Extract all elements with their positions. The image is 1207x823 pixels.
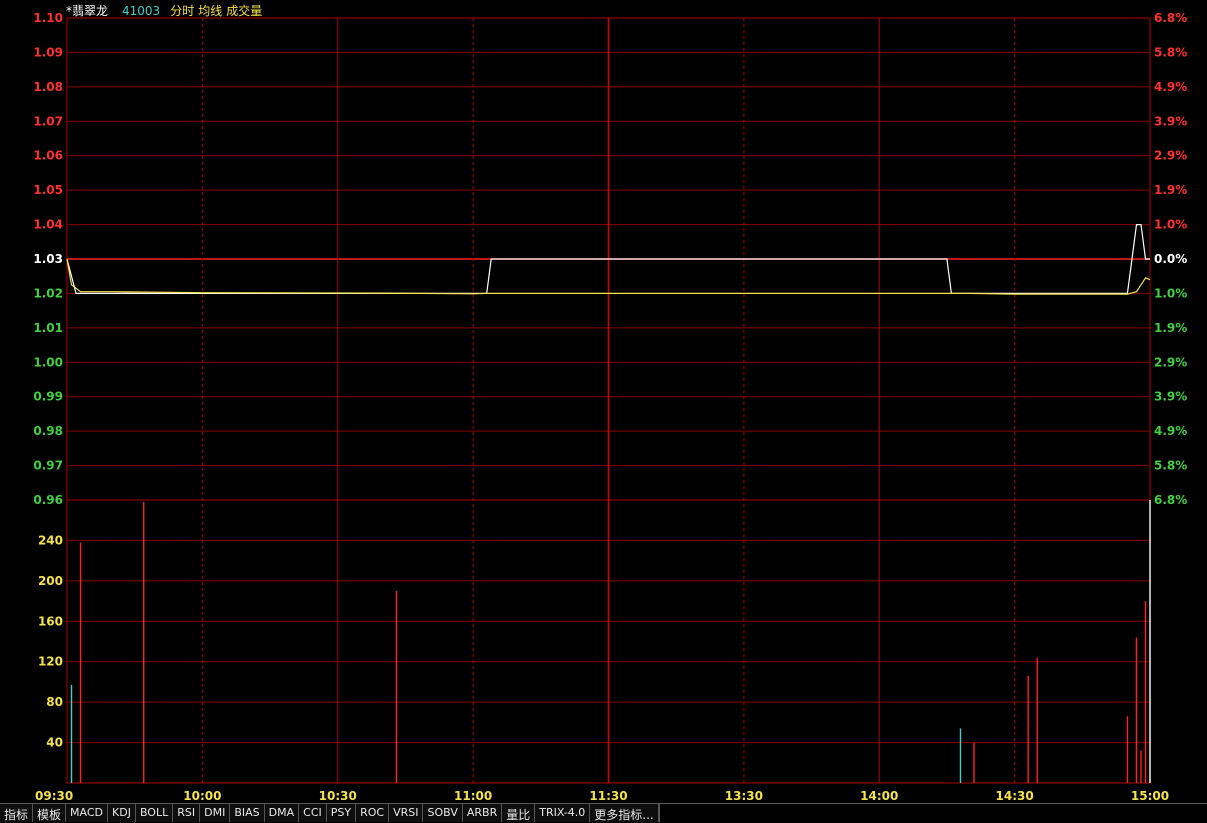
percent-tick-label: 1.0% (1154, 218, 1187, 232)
price-tick-label: 1.00 (33, 355, 63, 369)
volume-tick-label: 120 (38, 655, 63, 669)
time-tick-label: 11:00 (454, 789, 492, 803)
percent-tick-label: 0.0% (1154, 252, 1187, 266)
tab-dma[interactable]: DMA (264, 804, 300, 822)
tab-macd[interactable]: MACD (66, 804, 109, 822)
time-tick-label: 15:00 (1131, 789, 1169, 803)
volume-tick-label: 80 (46, 695, 63, 709)
price-tick-label: 0.96 (33, 493, 63, 507)
time-tick-label: 09:30 (35, 789, 73, 803)
tab-psy[interactable]: PSY (326, 804, 357, 822)
volume-tick-label: 200 (38, 574, 63, 588)
legend-volume-label: 成交量 (226, 4, 263, 18)
price-tick-label: 1.03 (33, 252, 63, 266)
percent-tick-label: 1.0% (1154, 286, 1187, 300)
volume-tick-label: 160 (38, 614, 63, 628)
price-tick-label: 1.08 (33, 80, 63, 94)
price-tick-label: 1.07 (33, 114, 63, 128)
tab-roc[interactable]: ROC (356, 804, 390, 822)
price-tick-label: 0.99 (33, 390, 63, 404)
time-tick-label: 10:00 (183, 789, 221, 803)
percent-tick-label: 2.9% (1154, 149, 1187, 163)
tab-template[interactable]: 模板 (33, 804, 67, 822)
legend-intraday-label: 分时 (170, 4, 195, 18)
time-tick-label: 10:30 (319, 789, 357, 803)
price-tick-label: 1.01 (33, 321, 63, 335)
tab-bar-filler (658, 804, 1207, 822)
percent-tick-label: 1.9% (1154, 321, 1187, 335)
price-tick-label: 1.06 (33, 149, 63, 163)
stock-name: *翡翠龙 (66, 4, 109, 18)
indicator-tab-bar: 指标 模板 MACD KDJ BOLL RSI DMI BIAS DMA CCI… (0, 803, 1207, 822)
price-tick-label: 1.02 (33, 286, 63, 300)
percent-tick-label: 2.9% (1154, 355, 1187, 369)
tab-bias[interactable]: BIAS (230, 804, 265, 822)
percent-tick-label: 3.9% (1154, 114, 1187, 128)
tab-dmi[interactable]: DMI (200, 804, 231, 822)
tab-kdj[interactable]: KDJ (108, 804, 136, 822)
tab-arbr[interactable]: ARBR (462, 804, 503, 822)
time-tick-label: 14:00 (860, 789, 898, 803)
volume-tick-label: 240 (38, 533, 63, 547)
tab-cci[interactable]: CCI (299, 804, 327, 822)
tab-indicator[interactable]: 指标 (0, 804, 34, 822)
chart-header: *翡翠龙 41003 分时 均线 成交量 (66, 2, 266, 18)
price-tick-label: 1.05 (33, 183, 63, 197)
percent-tick-label: 5.8% (1154, 459, 1187, 473)
price-tick-label: 1.09 (33, 45, 63, 59)
intraday-chart[interactable]: 1.10 6.8% 1.09 5.8% 1.08 4.9% 1.07 3.9% 1.06 2.9%… (0, 0, 1207, 803)
tab-volume-ratio[interactable]: 量比 (502, 804, 536, 822)
percent-tick-label: 6.8% (1154, 11, 1187, 25)
tab-rsi[interactable]: RSI (173, 804, 201, 822)
tab-vrsi[interactable]: VRSI (389, 804, 424, 822)
volume-tick-label: 40 (46, 736, 63, 750)
price-tick-label: 1.04 (33, 218, 63, 232)
price-tick-label: 0.98 (33, 424, 63, 438)
time-tick-label: 11:30 (589, 789, 627, 803)
tab-sobv[interactable]: SOBV (423, 804, 463, 822)
time-tick-label: 14:30 (996, 789, 1034, 803)
percent-tick-label: 6.8% (1154, 493, 1187, 507)
percent-tick-label: 4.9% (1154, 424, 1187, 438)
price-tick-label: 0.97 (33, 459, 63, 473)
stock-code: 41003 (122, 4, 161, 18)
time-tick-label: 13:30 (725, 789, 763, 803)
price-tick-label: 1.10 (33, 11, 63, 25)
percent-tick-label: 4.9% (1154, 80, 1187, 94)
percent-tick-label: 1.9% (1154, 183, 1187, 197)
tab-more-indicators[interactable]: 更多指标... (590, 804, 659, 822)
tab-boll[interactable]: BOLL (135, 804, 174, 822)
tab-trix[interactable]: TRIX-4.0 (535, 804, 591, 822)
legend-average-line-label: 均线 (198, 4, 223, 18)
percent-tick-label: 5.8% (1154, 45, 1187, 59)
percent-tick-label: 3.9% (1154, 390, 1187, 404)
